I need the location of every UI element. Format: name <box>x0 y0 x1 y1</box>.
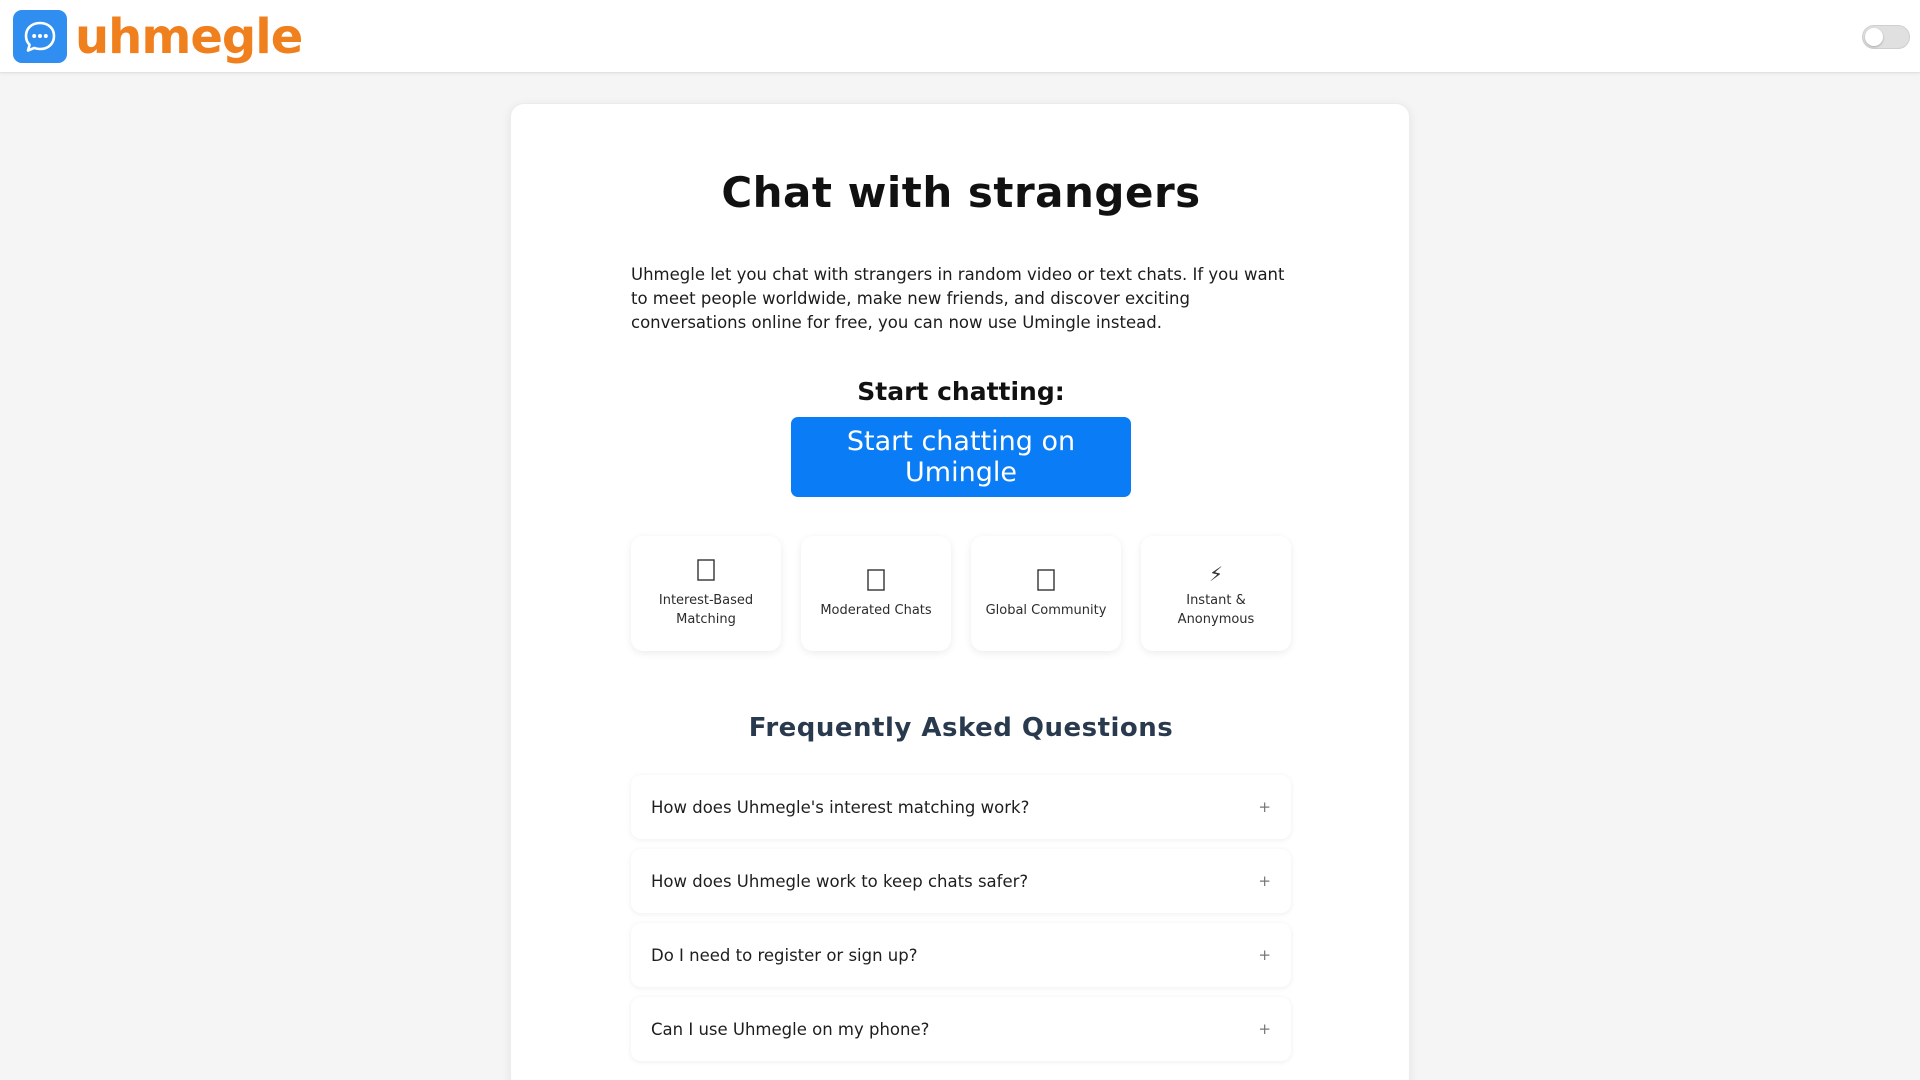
start-heading: Start chatting: <box>857 377 1065 406</box>
faq-item[interactable]: How does Uhmegle's interest matching wor… <box>631 775 1291 839</box>
faq-heading: Frequently Asked Questions <box>748 713 1174 743</box>
feature-list: Interest-Based Matching Moderated Chats … <box>631 536 1291 651</box>
faq-item[interactable]: Do I need to register or sign up? + <box>631 923 1291 987</box>
main-card: Chat with strangers Uhmegle let you chat… <box>510 103 1410 1080</box>
feature-global-community: Global Community <box>971 536 1121 651</box>
globe-icon <box>1036 568 1056 599</box>
feature-label: Interest-Based Matching <box>658 593 754 627</box>
feature-interest-matching: Interest-Based Matching <box>631 536 781 651</box>
theme-toggle[interactable] <box>1862 25 1910 49</box>
faq-question: Can I use Uhmegle on my phone? <box>651 1019 930 1039</box>
feature-label: Global Community <box>985 602 1107 618</box>
feature-moderated-chats: Moderated Chats <box>801 536 951 651</box>
plus-icon: + <box>1258 1020 1271 1038</box>
faq-item[interactable]: Can I use Uhmegle on my phone? + <box>631 997 1291 1061</box>
logo-text: uhmegle <box>75 8 303 65</box>
faq-question: How does Uhmegle work to keep chats safe… <box>651 871 1029 891</box>
logo-link[interactable]: uhmegle <box>13 8 303 65</box>
intro-text: Uhmegle let you chat with strangers in r… <box>631 265 1285 332</box>
tag-icon <box>696 558 716 589</box>
plus-icon: + <box>1258 798 1271 816</box>
page-title: Chat with strangers <box>721 168 1201 217</box>
lightning-icon: ⚡ <box>1208 561 1224 586</box>
feature-instant-anonymous: ⚡ Instant & Anonymous <box>1141 536 1291 651</box>
feature-label: Moderated Chats <box>820 602 932 618</box>
plus-icon: + <box>1258 946 1271 964</box>
feature-label: Instant & Anonymous <box>1177 592 1255 627</box>
shield-icon <box>866 568 886 599</box>
plus-icon: + <box>1258 872 1271 890</box>
faq-question: Do I need to register or sign up? <box>651 945 918 965</box>
faq-question: How does Uhmegle's interest matching wor… <box>651 797 1030 817</box>
chat-bubble-icon <box>13 10 67 63</box>
start-chatting-button[interactable]: Start chatting on Umingle <box>791 417 1131 497</box>
toggle-knob <box>1865 28 1883 46</box>
faq-item[interactable]: How does Uhmegle work to keep chats safe… <box>631 849 1291 913</box>
top-bar: uhmegle <box>0 0 1920 73</box>
